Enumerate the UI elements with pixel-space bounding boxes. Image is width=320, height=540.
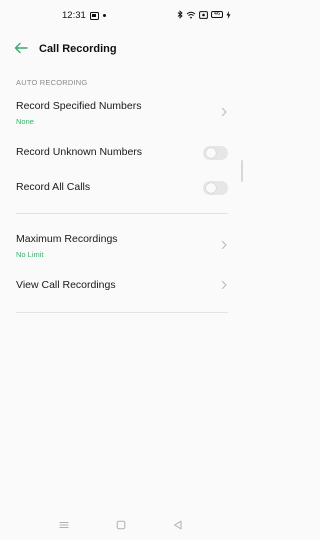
home-square-icon[interactable] (114, 518, 128, 532)
battery-icon: 46 (211, 11, 223, 18)
sim-icon (199, 10, 208, 19)
maximum-recordings-title: Maximum Recordings (16, 233, 118, 245)
status-bar: 12:31 46 (0, 0, 243, 32)
record-unknown-numbers-title: Record Unknown Numbers (16, 146, 143, 158)
status-left: 12:31 (62, 10, 106, 21)
view-call-recordings-title: View Call Recordings (16, 279, 116, 291)
toggle-knob (206, 183, 216, 193)
record-specified-numbers-row[interactable]: Record Specified Numbers None (16, 100, 228, 130)
record-unknown-numbers-toggle[interactable] (203, 146, 228, 160)
status-right: 46 (177, 10, 231, 19)
view-call-recordings-row[interactable]: View Call Recordings (16, 279, 228, 295)
triangle-back-icon[interactable] (171, 518, 185, 532)
page-title: Call Recording (39, 43, 117, 55)
message-icon (89, 11, 99, 20)
maximum-recordings-value: No Limit (16, 250, 44, 259)
chevron-right-icon (221, 280, 227, 290)
section-header: AUTO RECORDING (16, 78, 88, 87)
back-button[interactable] (12, 40, 30, 56)
menu-icon[interactable] (57, 518, 71, 532)
notification-dot-icon (102, 14, 106, 17)
arrow-left-icon (14, 42, 28, 54)
wifi-icon (186, 11, 196, 18)
maximum-recordings-row[interactable]: Maximum Recordings No Limit (16, 233, 228, 263)
record-specified-numbers-value: None (16, 117, 34, 126)
scroll-indicator (241, 160, 243, 182)
record-all-calls-toggle[interactable] (203, 181, 228, 195)
record-all-calls-row: Record All Calls (16, 181, 228, 197)
bluetooth-icon (177, 10, 183, 19)
record-unknown-numbers-row: Record Unknown Numbers (16, 146, 228, 162)
chevron-right-icon (221, 107, 227, 117)
navigation-bar (0, 512, 243, 540)
record-specified-numbers-title: Record Specified Numbers (16, 100, 142, 112)
toggle-knob (206, 148, 216, 158)
chevron-right-icon (221, 240, 227, 250)
record-all-calls-title: Record All Calls (16, 181, 91, 193)
divider (16, 213, 228, 214)
app-bar: Call Recording (0, 32, 243, 66)
charging-icon (226, 10, 231, 19)
status-time: 12:31 (62, 10, 86, 21)
divider (16, 312, 228, 313)
